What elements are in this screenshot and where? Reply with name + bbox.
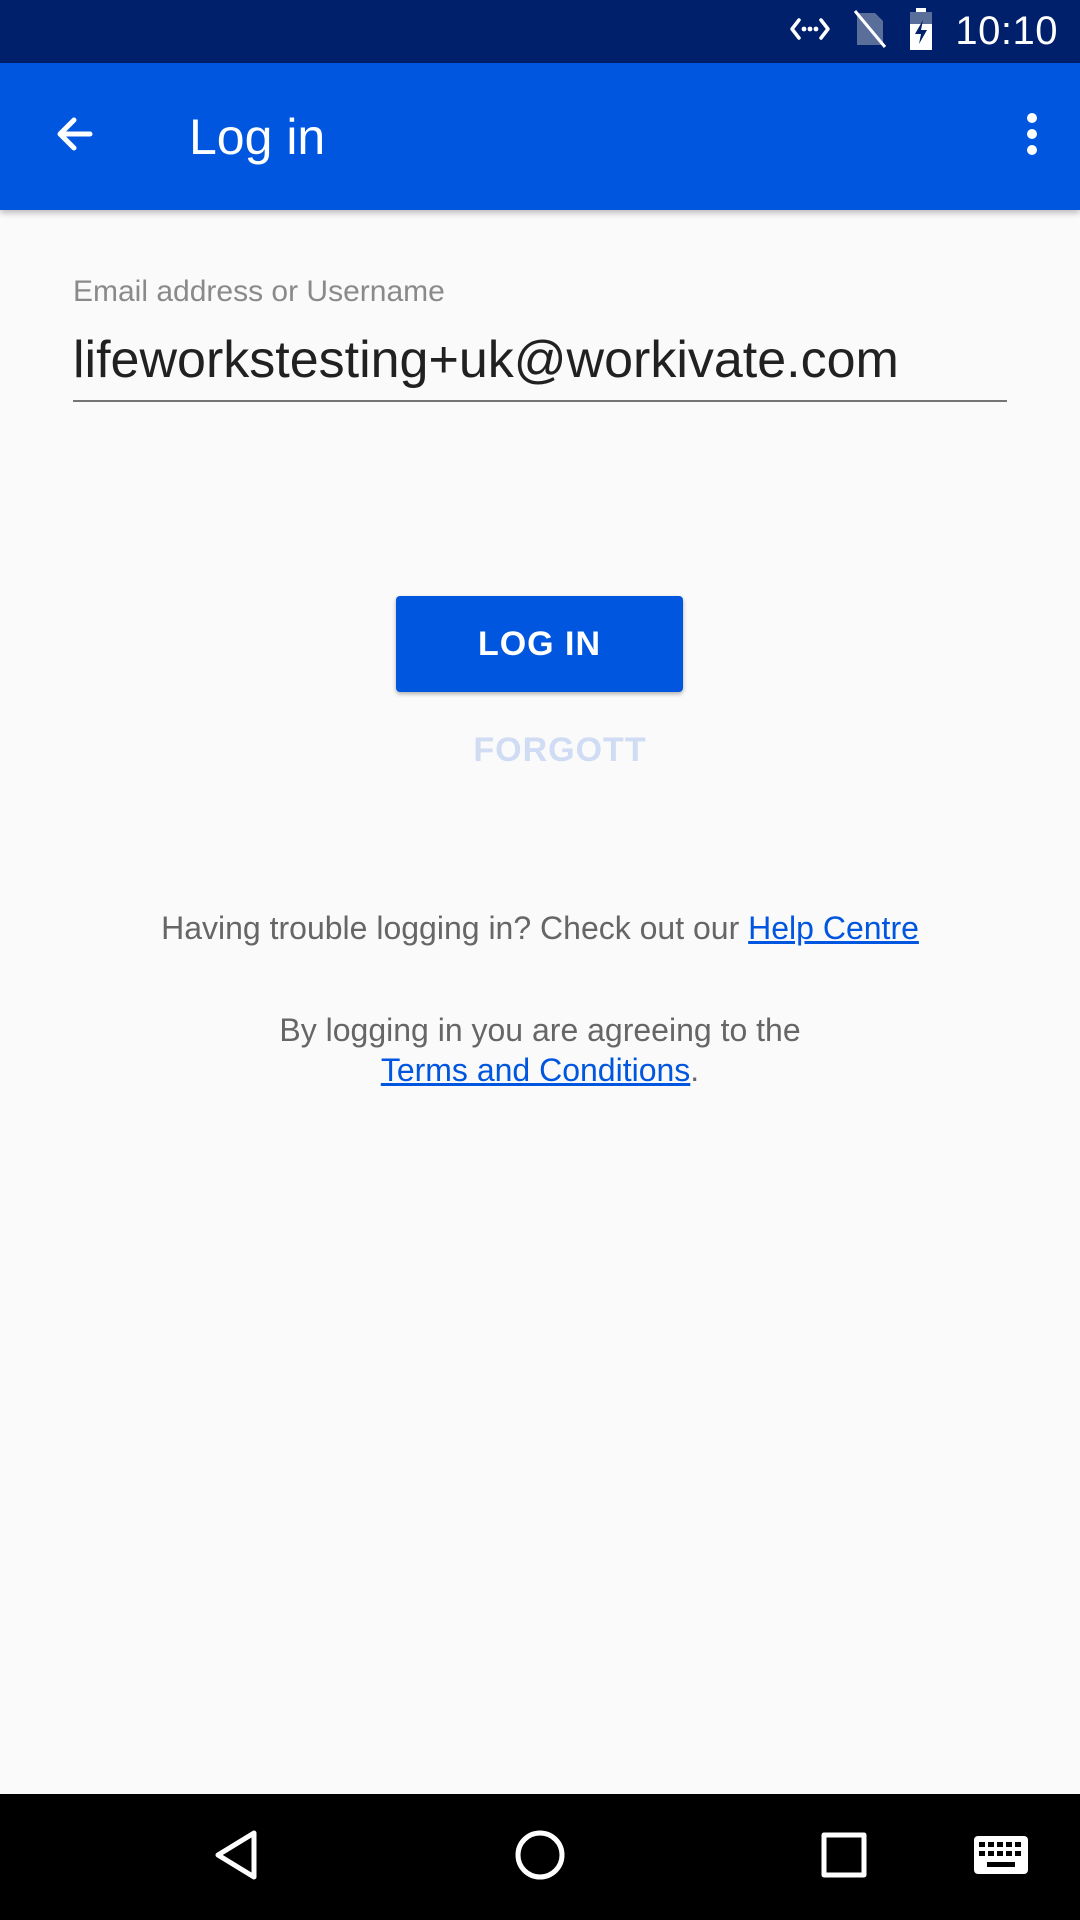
help-centre-link[interactable]: Help Centre (748, 910, 919, 946)
terms-link-line: Terms and Conditions. (0, 1050, 1080, 1090)
home-circle-icon (512, 1827, 568, 1888)
terms-text: By logging in you are agreeing to the Te… (0, 1010, 1080, 1090)
email-field-group: Email address or Username (73, 268, 1007, 402)
nav-keyboard-button[interactable] (961, 1817, 1041, 1897)
nav-back-button[interactable] (196, 1817, 276, 1897)
system-nav-bar (0, 1794, 1080, 1920)
email-field-label: Email address or Username (73, 275, 445, 308)
status-icons: 10:10 (789, 0, 1058, 63)
forgot-button[interactable]: FORGOTT (440, 722, 680, 778)
nav-recents-button[interactable] (804, 1817, 884, 1897)
app-bar: Log in (0, 63, 1080, 210)
terms-suffix: . (690, 1052, 700, 1088)
back-triangle-icon (210, 1827, 262, 1888)
status-time: 10:10 (955, 9, 1058, 53)
help-text-prefix: Having trouble logging in? Check out our (161, 910, 749, 946)
help-text: Having trouble logging in? Check out our… (0, 904, 1080, 952)
email-field[interactable] (73, 322, 1007, 402)
more-vert-icon (1025, 110, 1039, 163)
recents-square-icon (819, 1830, 869, 1885)
page-title: Log in (189, 109, 326, 165)
status-bar: 10:10 (0, 0, 1080, 63)
nav-home-button[interactable] (500, 1817, 580, 1897)
back-button[interactable] (38, 100, 110, 172)
terms-text-prefix: By logging in you are agreeing to the (279, 1012, 801, 1048)
no-sim-icon (853, 9, 887, 54)
overflow-menu-button[interactable] (1002, 100, 1062, 172)
terms-and-conditions-link[interactable]: Terms and Conditions (381, 1052, 690, 1088)
login-button[interactable]: LOG IN (396, 596, 683, 692)
data-sync-icon (789, 14, 831, 49)
keyboard-icon (973, 1835, 1029, 1880)
arrow-back-icon (50, 110, 98, 163)
battery-charging-icon (909, 8, 933, 55)
